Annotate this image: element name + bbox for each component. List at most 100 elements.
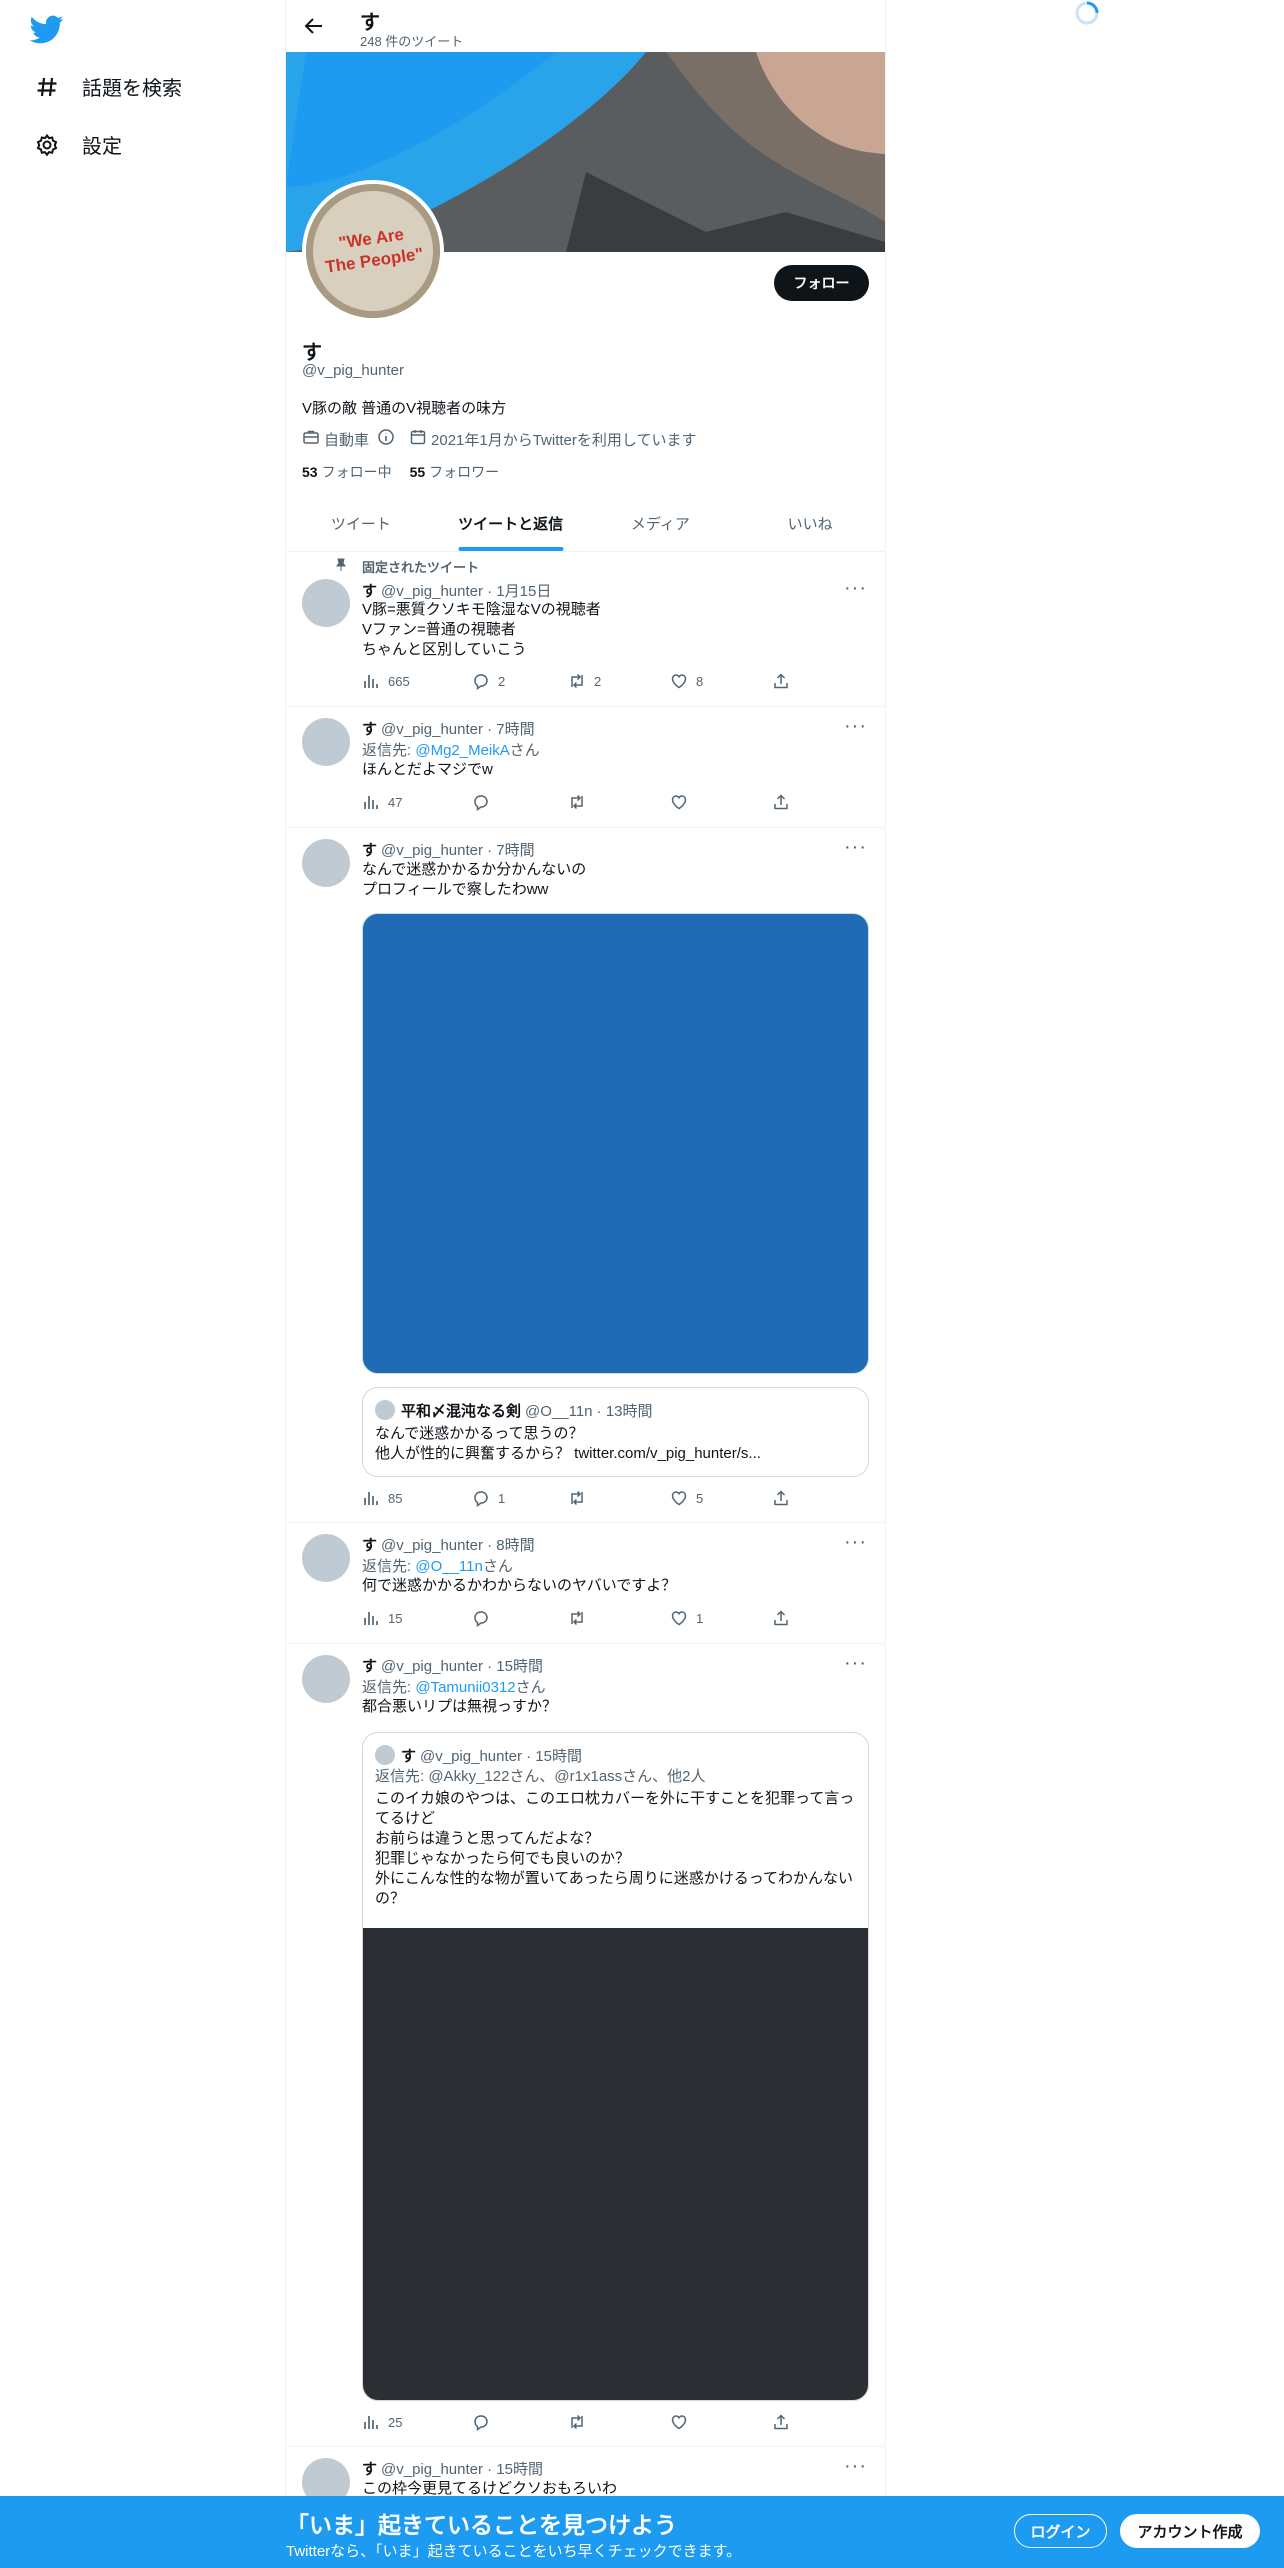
retweet-button[interactable] — [568, 1489, 594, 1507]
more-icon[interactable]: ··· — [844, 1652, 867, 1675]
quote-author-name: 平和〆混沌なる剣 — [401, 1403, 522, 1420]
nav-explore[interactable]: 話題を検索 — [34, 72, 182, 101]
back-arrow-icon[interactable] — [302, 14, 326, 38]
profile-category: 自動車 — [324, 431, 370, 449]
followers-link[interactable]: 55 フォロワー — [410, 462, 500, 482]
views-button[interactable]: 47 — [362, 793, 402, 811]
info-icon[interactable] — [377, 428, 395, 450]
share-button[interactable] — [772, 1489, 790, 1507]
like-button[interactable]: 8 — [670, 672, 703, 690]
profile-avatar[interactable]: "We Are The People" — [302, 180, 444, 322]
avatar — [375, 1400, 395, 1420]
follow-button[interactable]: フォロー — [774, 265, 869, 301]
main-column: す 248 件のツイート "We Are The People" フォロー す … — [285, 0, 886, 2568]
views-button[interactable]: 85 — [362, 1489, 402, 1507]
profile-meta: 自動車 2021年1月からTwitterを利用しています — [302, 428, 696, 450]
share-button[interactable] — [772, 672, 790, 690]
tab-tweets[interactable]: ツイート — [286, 495, 436, 551]
like-button[interactable]: 1 — [670, 1609, 703, 1627]
share-icon — [774, 794, 788, 810]
retweet-button[interactable]: 2 — [568, 672, 601, 690]
tab-tweets-and-replies[interactable]: ツイートと返信 — [436, 495, 586, 551]
views-button[interactable]: 25 — [362, 2413, 402, 2431]
retweet-button[interactable] — [568, 2413, 594, 2431]
tweet-text: V豚=悪質クソキモ陰湿なVの視聴者 Vファン=普通の視聴者 ちゃんと区別していこ… — [362, 601, 601, 658]
tab-tweets-and-replies-label: ツイートと返信 — [458, 515, 564, 533]
like-icon — [671, 1491, 687, 1506]
followers-label: フォロワー — [429, 464, 500, 480]
nav-settings[interactable]: 設定 — [34, 130, 122, 159]
twitter-logo-icon[interactable] — [29, 12, 64, 46]
views-button[interactable]: 665 — [362, 672, 410, 690]
reply-button[interactable] — [472, 1609, 498, 1627]
reply-suffix: さん — [509, 742, 540, 759]
create-account-button[interactable]: アカウント作成 — [1120, 2514, 1260, 2548]
quote-meta: @v_pig_hunter · 15時間 — [420, 1748, 582, 1765]
profile-bio: V豚の敵 普通のV視聴者の味方 — [302, 400, 507, 417]
retweet-icon — [571, 2414, 583, 2430]
tweet-author-name[interactable]: す — [362, 842, 377, 859]
tweet[interactable]: す @v_pig_hunter · 15時間 ··· 返信先: @Tamunii0… — [286, 1644, 885, 2447]
reply-button[interactable]: 1 — [472, 1489, 505, 1507]
tweet[interactable]: す @v_pig_hunter · 8時間 ··· 返信先: @O__11nさん … — [286, 1523, 885, 1644]
retweet-button[interactable] — [568, 1609, 594, 1627]
quote-media-image[interactable] — [363, 1928, 868, 2400]
tab-likes[interactable]: いいね — [735, 495, 885, 551]
views-icon — [364, 675, 378, 688]
reply-to-link[interactable]: @Tamunii0312 — [415, 1679, 515, 1696]
share-button[interactable] — [772, 793, 790, 811]
reply-to-link[interactable]: @Mg2_MeikA — [415, 742, 509, 759]
loading-spinner-icon — [1074, 0, 1100, 26]
reply-icon — [474, 674, 488, 690]
tweet-text: 都合悪いリプは無視っすか？ — [362, 1698, 558, 1715]
avatar[interactable] — [302, 718, 350, 766]
tweet[interactable]: 固定されたツイート す @v_pig_hunter · 1月15日 ··· V豚=… — [286, 551, 885, 707]
reply-to-link[interactable]: @O__11n — [415, 1558, 483, 1575]
reply-context: 返信先: @Mg2_MeikAさん — [362, 739, 540, 760]
login-button[interactable]: ログイン — [1014, 2514, 1107, 2548]
tweet-author-name[interactable]: す — [362, 583, 377, 600]
quoted-tweet[interactable]: 平和〆混沌なる剣 @O__11n · 13時間 なんで迷惑かかるって思うの？ 他人… — [362, 1387, 869, 1477]
avatar[interactable] — [302, 839, 350, 887]
share-button[interactable] — [772, 2413, 790, 2431]
like-button[interactable]: 5 — [670, 1489, 703, 1507]
tweet-text: 何で迷惑かかるかわからないのヤバいですよ？ — [362, 1577, 677, 1594]
tweet-author-name[interactable]: す — [362, 1658, 377, 1675]
retweet-icon — [571, 794, 583, 810]
like-button[interactable] — [670, 2413, 696, 2431]
tweet-author-name[interactable]: す — [362, 1537, 377, 1554]
views-button[interactable]: 15 — [362, 1609, 402, 1627]
reply-button[interactable] — [472, 793, 498, 811]
reply-prefix: 返信先: — [362, 1558, 416, 1575]
more-icon[interactable]: ··· — [844, 836, 867, 859]
more-icon[interactable]: ··· — [844, 715, 867, 738]
hashtag-icon — [34, 74, 60, 100]
tweet[interactable]: す @v_pig_hunter · 7時間 ··· なんで迷惑かかるか分かんないの… — [286, 828, 885, 1523]
more-icon[interactable]: ··· — [844, 1531, 867, 1554]
quoted-tweet[interactable]: す @v_pig_hunter · 15時間 返信先: @Akky_122さん、@… — [362, 1732, 869, 2401]
share-button[interactable] — [772, 1609, 790, 1627]
reply-button[interactable] — [472, 2413, 498, 2431]
more-icon[interactable]: ··· — [844, 2455, 867, 2478]
share-icon — [774, 2414, 788, 2430]
avatar[interactable] — [302, 1655, 350, 1703]
tweet-media-image[interactable] — [362, 913, 869, 1374]
profile-tabs: ツイート ツイートと返信 メディア いいね — [286, 495, 885, 552]
tab-media[interactable]: メディア — [586, 495, 736, 551]
tweet[interactable]: す @v_pig_hunter · 7時間 ··· 返信先: @Mg2_MeikA… — [286, 707, 885, 828]
following-link[interactable]: 53 フォロー中 — [302, 462, 392, 482]
tweet-text: なんで迷惑かかるか分かんないの プロフィールで察したわww — [362, 861, 587, 898]
avatar[interactable] — [302, 1534, 350, 1582]
reply-prefix: 返信先: — [362, 742, 416, 759]
reply-icon — [474, 1491, 488, 1507]
tweet-meta: @v_pig_hunter · 1月15日 — [381, 583, 552, 600]
more-icon[interactable]: ··· — [844, 577, 867, 600]
profile-joined: 2021年1月からTwitterを利用しています — [431, 431, 697, 449]
tweet-author-name[interactable]: す — [362, 2461, 377, 2478]
retweet-button[interactable] — [568, 793, 594, 811]
tweet-author-name[interactable]: す — [362, 721, 377, 738]
retweet-count: 2 — [594, 673, 602, 689]
like-button[interactable] — [670, 793, 696, 811]
reply-button[interactable]: 2 — [472, 672, 505, 690]
avatar[interactable] — [302, 579, 350, 627]
